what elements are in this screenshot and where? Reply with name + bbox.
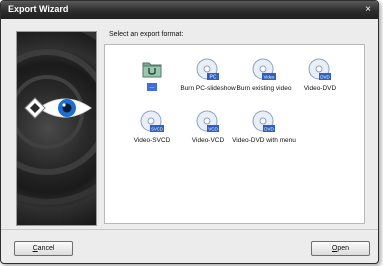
format-label: Video-VCD: [191, 137, 225, 144]
open-label: pen: [337, 245, 350, 252]
format-item-video-dvd[interactable]: DVD Video-DVD: [287, 58, 353, 93]
close-icon[interactable]: ×: [362, 4, 374, 16]
disc-video-icon: Video: [252, 58, 276, 80]
disc-vcd-icon: VCD: [196, 110, 219, 132]
title-bar[interactable]: Export Wizard ×: [1, 1, 378, 19]
disc-badge: DVD: [264, 127, 274, 132]
disc-pc-icon: PC: [196, 58, 219, 81]
format-label: Video-DVD with menu: [232, 137, 296, 144]
export-format-prompt: Select an export format:: [109, 31, 184, 38]
disc-badge: Video: [264, 75, 275, 80]
folder-icon: [142, 62, 162, 78]
open-button[interactable]: Open: [311, 241, 370, 256]
export-wizard-window: Export Wizard × Select an export format:…: [0, 0, 379, 264]
format-item-video-dvd-with-menu[interactable]: DVD Video-DVD with menu: [231, 110, 297, 145]
cancel-label: ancel: [37, 245, 55, 252]
disc-dvd-menu-icon: DVD: [252, 110, 275, 132]
disc-badge: DVD: [320, 75, 330, 80]
disc-badge: PC: [210, 75, 217, 81]
format-label: ...: [147, 83, 157, 91]
format-label: Burn PC-slideshow: [180, 85, 236, 92]
footer-divider: [1, 229, 378, 230]
eye-logo-icon: [17, 32, 96, 205]
window-title: Export Wizard: [8, 4, 69, 14]
format-label: Video-SVCD: [133, 137, 171, 144]
disc-svcd-icon: SVCD: [140, 110, 164, 132]
disc-badge: SVCD: [151, 127, 163, 132]
wizard-banner-image: [16, 31, 97, 226]
cancel-button[interactable]: Cancel: [14, 241, 73, 256]
format-label: Video-DVD: [303, 85, 337, 92]
disc-dvd-icon: DVD: [308, 58, 331, 80]
format-label: Burn existing video: [236, 85, 292, 92]
disc-badge: VCD: [208, 127, 218, 132]
